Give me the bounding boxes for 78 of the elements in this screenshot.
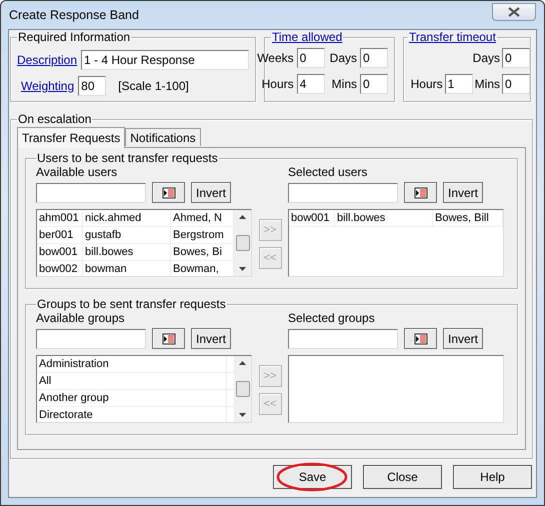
close-button[interactable]: [492, 3, 536, 21]
list-box[interactable]: bow001 bill.bowes Bowes, Bill: [288, 209, 504, 277]
invert-button[interactable]: Invert: [191, 328, 232, 349]
weighting-field[interactable]: 80: [78, 76, 106, 96]
list-row[interactable]: bow001 bill.bowes Bowes, Bi: [37, 244, 234, 261]
list-filter-icon: [414, 186, 428, 198]
number-field[interactable]: 0: [502, 48, 530, 68]
filter-button[interactable]: [152, 182, 185, 203]
description-link[interactable]: Description: [17, 53, 78, 67]
invert-button[interactable]: Invert: [443, 328, 484, 349]
list-cell: bowman: [83, 261, 171, 276]
tab[interactable]: Transfer Requests: [17, 127, 126, 148]
list-filter-icon: [414, 332, 428, 344]
list-row[interactable]: ahm001 nick.ahmed Ahmed, N: [37, 210, 234, 227]
filter-field[interactable]: [36, 328, 146, 348]
scroll-down-icon: [239, 267, 246, 271]
number-field[interactable]: 1: [444, 74, 473, 94]
list-row[interactable]: bow001 bill.bowes Bowes, Bill: [289, 210, 503, 227]
list-box[interactable]: Administration All Another group Directorate: [36, 355, 252, 423]
field-label: Mins: [474, 77, 500, 91]
invert-button[interactable]: Invert: [191, 182, 232, 203]
group-title: Required Information: [17, 30, 132, 44]
field-label: Mins: [330, 77, 357, 91]
dialog-button[interactable]: Close: [363, 465, 442, 489]
filter-field[interactable]: [288, 328, 398, 348]
field-label: Days: [472, 51, 500, 65]
group-title: Users to be sent transfer requests: [36, 151, 219, 165]
number-field[interactable]: 0: [360, 48, 388, 68]
group-title: Groups to be sent transfer requests: [36, 297, 227, 311]
group-title: On escalation: [17, 112, 92, 126]
weighting-link[interactable]: Weighting: [21, 79, 74, 93]
number-field[interactable]: 0: [296, 48, 325, 68]
scroll-thumb[interactable]: [236, 235, 250, 251]
scrollbar[interactable]: [234, 210, 251, 276]
description-field[interactable]: 1 - 4 Hour Response: [81, 50, 249, 70]
filter-field[interactable]: [36, 182, 146, 202]
list-cell: nick.ahmed: [83, 210, 171, 226]
invert-button[interactable]: Invert: [443, 182, 484, 203]
filter-button[interactable]: [152, 328, 185, 349]
list-cell: ahm001: [37, 210, 83, 226]
list-label: Available users: [36, 165, 118, 179]
number-field[interactable]: 0: [360, 74, 388, 94]
number-field[interactable]: 4: [296, 74, 325, 94]
field-label: Days: [330, 51, 357, 65]
window-title: Create Response Band: [9, 8, 139, 22]
list-cell: Bowes, Bill: [433, 210, 503, 226]
scroll-down-icon: [239, 413, 246, 417]
filter-button[interactable]: [404, 328, 437, 349]
list-label: Selected groups: [288, 311, 376, 325]
scroll-up-icon: [239, 215, 246, 219]
filter-button[interactable]: [404, 182, 437, 203]
list-label: Selected users: [288, 165, 368, 179]
list-cell: bow001: [289, 210, 335, 226]
scroll-thumb[interactable]: [236, 381, 250, 397]
field-label: Hours: [410, 77, 443, 91]
scroll-up-icon: [239, 361, 246, 365]
transfer-timeout-link[interactable]: Transfer timeout: [408, 30, 497, 44]
number-field[interactable]: 0: [502, 74, 530, 94]
scrollbar[interactable]: [234, 356, 251, 422]
dialog-button[interactable]: Help: [453, 465, 532, 489]
list-filter-icon: [162, 186, 176, 198]
field-label: Weeks: [257, 51, 294, 65]
list-cell: bow001: [37, 244, 83, 260]
time-allowed-link[interactable]: Time allowed: [271, 30, 344, 44]
list-label: Available groups: [36, 311, 126, 325]
list-cell: ber001: [37, 227, 83, 243]
field-label: Hours: [260, 77, 294, 91]
list-filter-icon: [162, 332, 176, 344]
list-cell: gustafb: [83, 227, 171, 243]
list-cell: bill.bowes: [83, 244, 171, 260]
list-cell: bow002: [37, 261, 83, 276]
filter-field[interactable]: [288, 182, 398, 202]
list-box[interactable]: ahm001 nick.ahmed Ahmed, N ber001 gustafb Bergstrom bow001 bill.bowes Bowes, Bi bow002 bowman Bowman,: [36, 209, 252, 277]
list-cell: bill.bowes: [335, 210, 433, 226]
scale-note: [Scale 1-100]: [118, 79, 189, 93]
tab[interactable]: Notifications: [125, 128, 201, 146]
list-row[interactable]: ber001 gustafb Bergstrom: [37, 227, 234, 244]
close-icon: [508, 7, 520, 17]
